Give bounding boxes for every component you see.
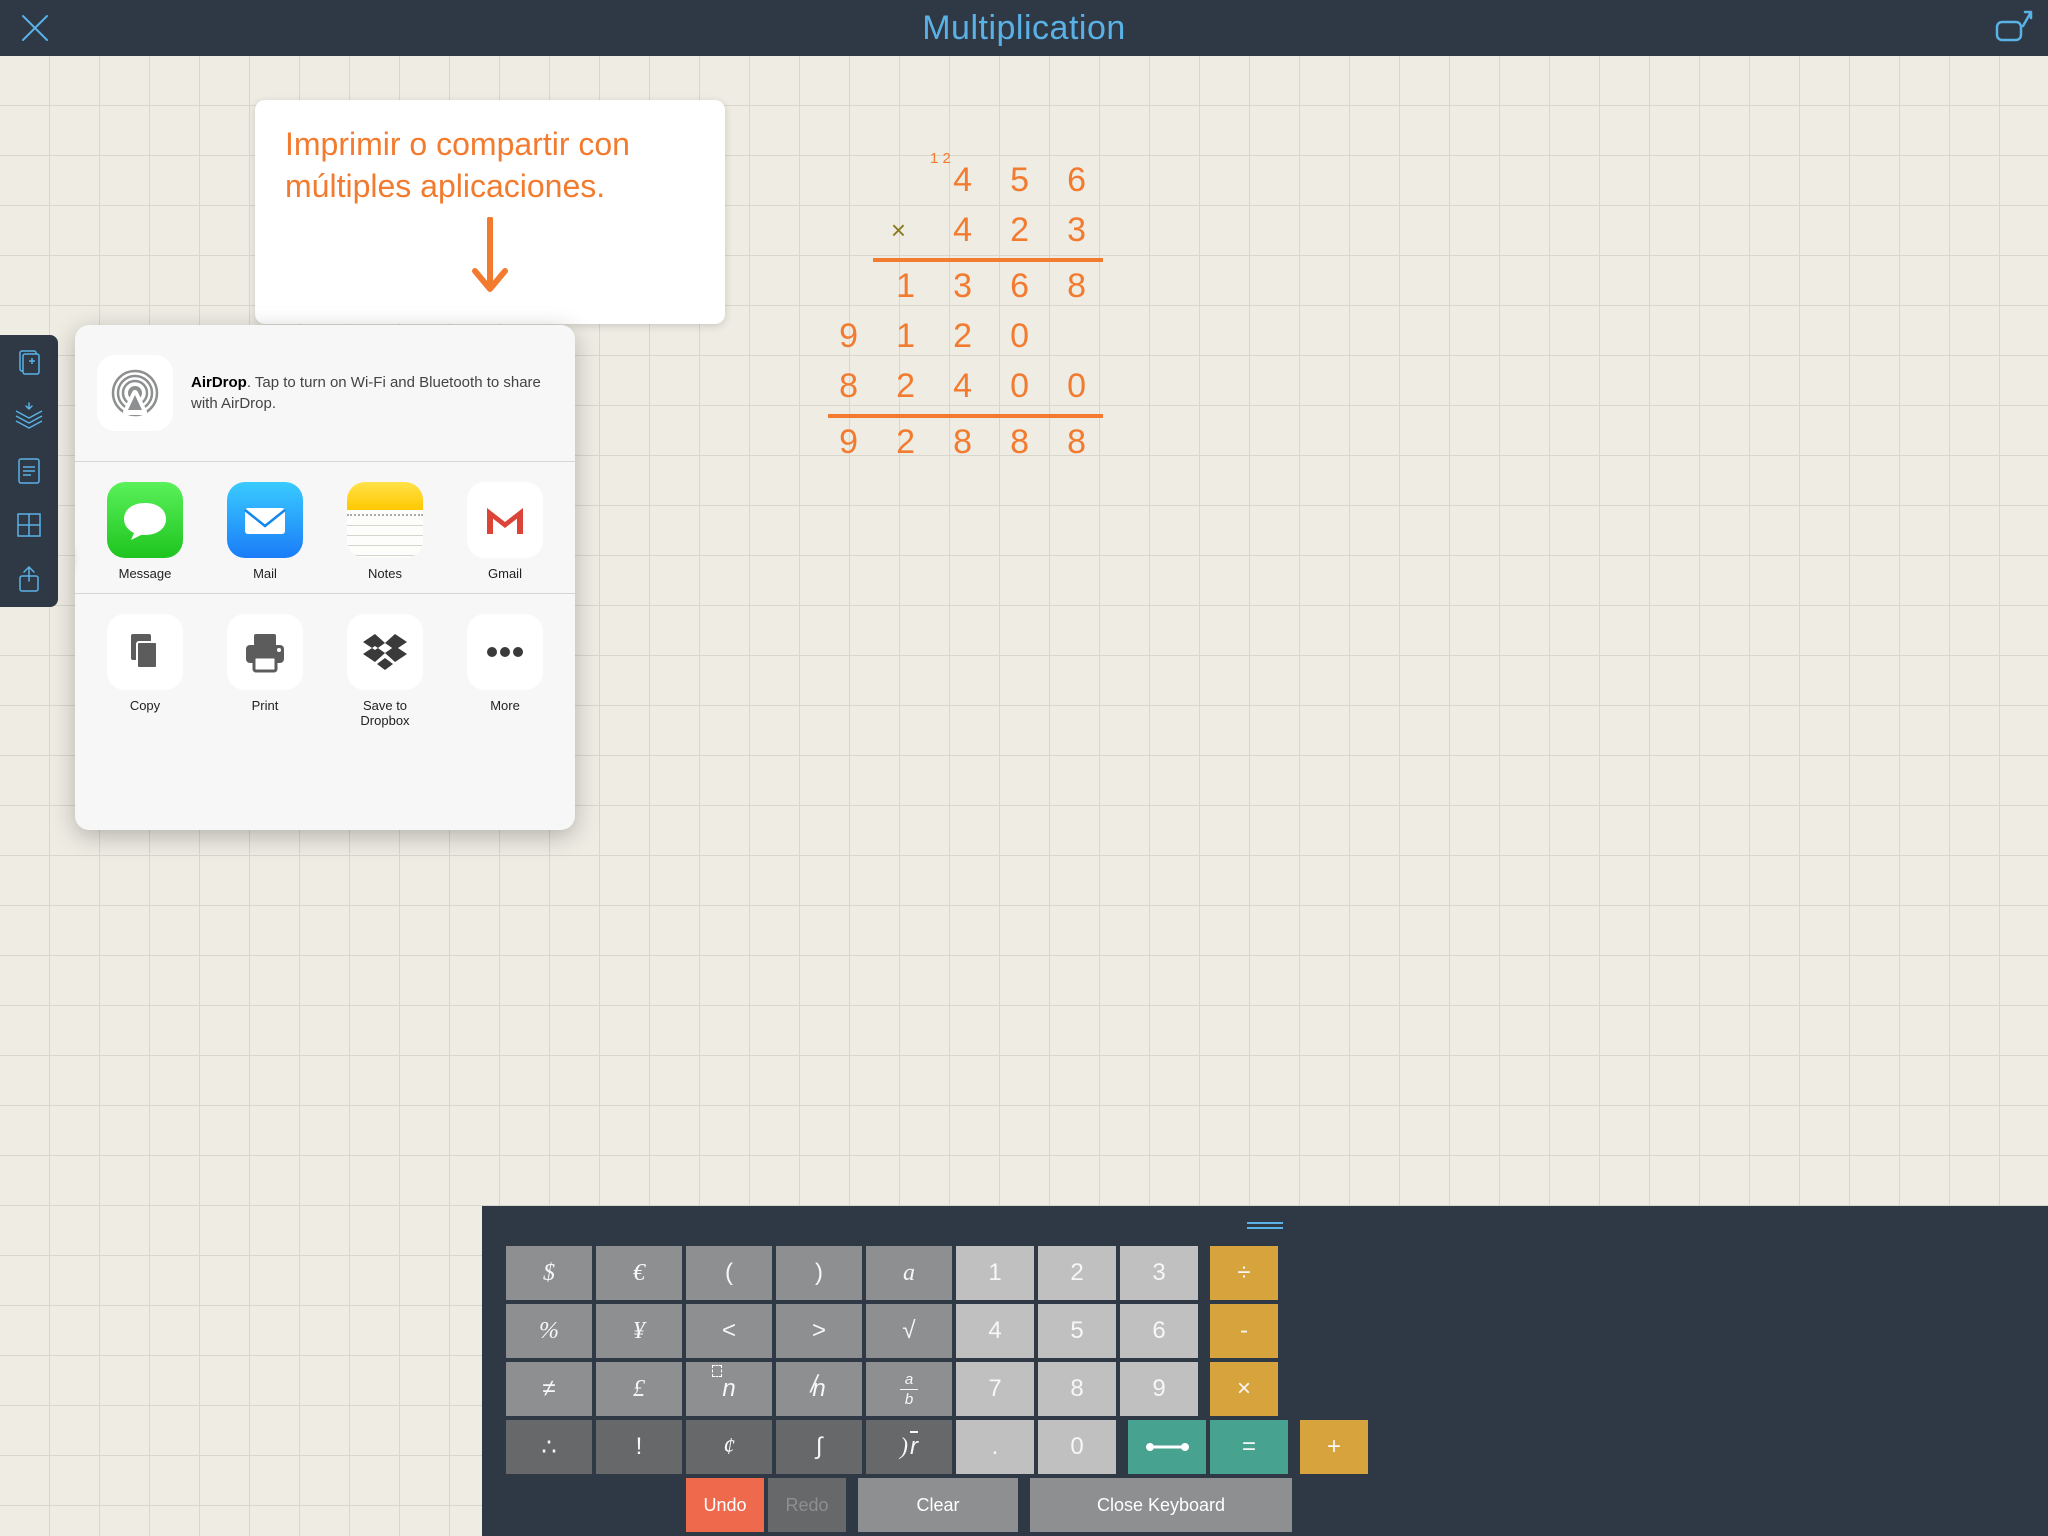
share-mail[interactable]: Mail (220, 482, 310, 581)
action-dropbox[interactable]: Save to Dropbox (340, 614, 430, 728)
key-6[interactable]: 6 (1120, 1304, 1198, 1358)
key-rparen[interactable]: ) (776, 1246, 862, 1300)
action-label: Copy (130, 698, 160, 713)
math-keyboard: $ € ( ) a 1 2 3 ÷ % ¥ < > √ 4 5 6 - ≠ (482, 1206, 2048, 1536)
share-label: Mail (253, 566, 277, 581)
key-exp-n[interactable]: n (686, 1362, 772, 1416)
key-8[interactable]: 8 (1038, 1362, 1116, 1416)
share-gmail[interactable]: Gmail (460, 482, 550, 581)
notes-icon (347, 482, 423, 558)
share-sheet: AirDrop. Tap to turn on Wi-Fi and Blueto… (75, 325, 575, 830)
key-close-keyboard[interactable]: Close Keyboard (1030, 1478, 1292, 1532)
action-copy[interactable]: Copy (100, 614, 190, 728)
app-header: Multiplication (0, 0, 2048, 56)
key-3[interactable]: 3 (1120, 1246, 1198, 1300)
callout-card: Imprimir o compartir con múltiples aplic… (255, 100, 725, 324)
copy-icon (107, 614, 183, 690)
key-therefore[interactable]: ∴ (506, 1420, 592, 1474)
layers-icon[interactable] (11, 399, 47, 435)
key-yen[interactable]: ¥ (596, 1304, 682, 1358)
share-icon[interactable] (11, 561, 47, 597)
pages-icon[interactable] (11, 345, 47, 381)
dropbox-icon (347, 614, 423, 690)
popout-button[interactable] (1993, 8, 2033, 48)
callout-line2: múltiples aplicaciones. (285, 168, 605, 204)
airdrop-row[interactable]: AirDrop. Tap to turn on Wi-Fi and Blueto… (75, 325, 575, 462)
left-toolbar (0, 335, 58, 607)
share-actions-row: Copy Print Save to Dropbox More (75, 594, 575, 740)
key-undo[interactable]: Undo (686, 1478, 764, 1532)
math-work: 1 2 456 ×423 1368 9120 82400 92888 (830, 155, 1098, 467)
airdrop-icon (97, 355, 173, 431)
key-4[interactable]: 4 (956, 1304, 1034, 1358)
key-cent[interactable]: ¢ (686, 1420, 772, 1474)
print-icon (227, 614, 303, 690)
keyboard-handle[interactable] (482, 1206, 2048, 1246)
document-icon[interactable] (11, 453, 47, 489)
key-7[interactable]: 7 (956, 1362, 1034, 1416)
share-label: Message (119, 566, 172, 581)
message-icon (107, 482, 183, 558)
key-arrow[interactable] (1128, 1420, 1206, 1474)
key-equals[interactable]: = (1210, 1420, 1288, 1474)
grid-icon[interactable] (11, 507, 47, 543)
share-apps-row: Message Mail Notes Gmail (75, 462, 575, 594)
key-plus[interactable]: + (1300, 1420, 1368, 1474)
key-bang[interactable]: ! (596, 1420, 682, 1474)
key-sqrt[interactable]: √ (866, 1304, 952, 1358)
gmail-icon (467, 482, 543, 558)
key-integral[interactable]: ∫ (776, 1420, 862, 1474)
action-print[interactable]: Print (220, 614, 310, 728)
airdrop-text: AirDrop. Tap to turn on Wi-Fi and Blueto… (191, 372, 553, 414)
key-redo[interactable]: Redo (768, 1478, 846, 1532)
key-a[interactable]: a (866, 1246, 952, 1300)
share-message[interactable]: Message (100, 482, 190, 581)
key-longdiv[interactable]: )r (866, 1420, 952, 1474)
key-frac[interactable]: ab (866, 1362, 952, 1416)
key-dot[interactable]: . (956, 1420, 1034, 1474)
callout-line1: Imprimir o compartir con (285, 126, 630, 162)
key-nslash[interactable]: n̸ (776, 1362, 862, 1416)
key-9[interactable]: 9 (1120, 1362, 1198, 1416)
carry-digits: 1 2 (930, 150, 951, 167)
key-clear[interactable]: Clear (858, 1478, 1018, 1532)
key-1[interactable]: 1 (956, 1246, 1034, 1300)
action-more[interactable]: More (460, 614, 550, 728)
share-notes[interactable]: Notes (340, 482, 430, 581)
close-button[interactable] (15, 8, 55, 48)
key-mult[interactable]: × (1210, 1362, 1278, 1416)
key-gt[interactable]: > (776, 1304, 862, 1358)
key-0[interactable]: 0 (1038, 1420, 1116, 1474)
page-title: Multiplication (922, 9, 1126, 48)
key-lt[interactable]: < (686, 1304, 772, 1358)
mail-icon (227, 482, 303, 558)
key-pound[interactable]: £ (596, 1362, 682, 1416)
arrow-down-icon (285, 217, 695, 304)
share-label: Notes (368, 566, 402, 581)
key-dollar[interactable]: $ (506, 1246, 592, 1300)
action-label: Save to Dropbox (340, 698, 430, 728)
key-2[interactable]: 2 (1038, 1246, 1116, 1300)
action-label: Print (252, 698, 279, 713)
key-divide[interactable]: ÷ (1210, 1246, 1278, 1300)
key-neq[interactable]: ≠ (506, 1362, 592, 1416)
key-euro[interactable]: € (596, 1246, 682, 1300)
key-lparen[interactable]: ( (686, 1246, 772, 1300)
more-icon (467, 614, 543, 690)
key-minus[interactable]: - (1210, 1304, 1278, 1358)
key-percent[interactable]: % (506, 1304, 592, 1358)
multiply-sign: × (870, 215, 927, 246)
action-label: More (490, 698, 520, 713)
rule-1 (873, 258, 1103, 262)
rule-2 (828, 414, 1103, 418)
share-label: Gmail (488, 566, 522, 581)
key-5[interactable]: 5 (1038, 1304, 1116, 1358)
